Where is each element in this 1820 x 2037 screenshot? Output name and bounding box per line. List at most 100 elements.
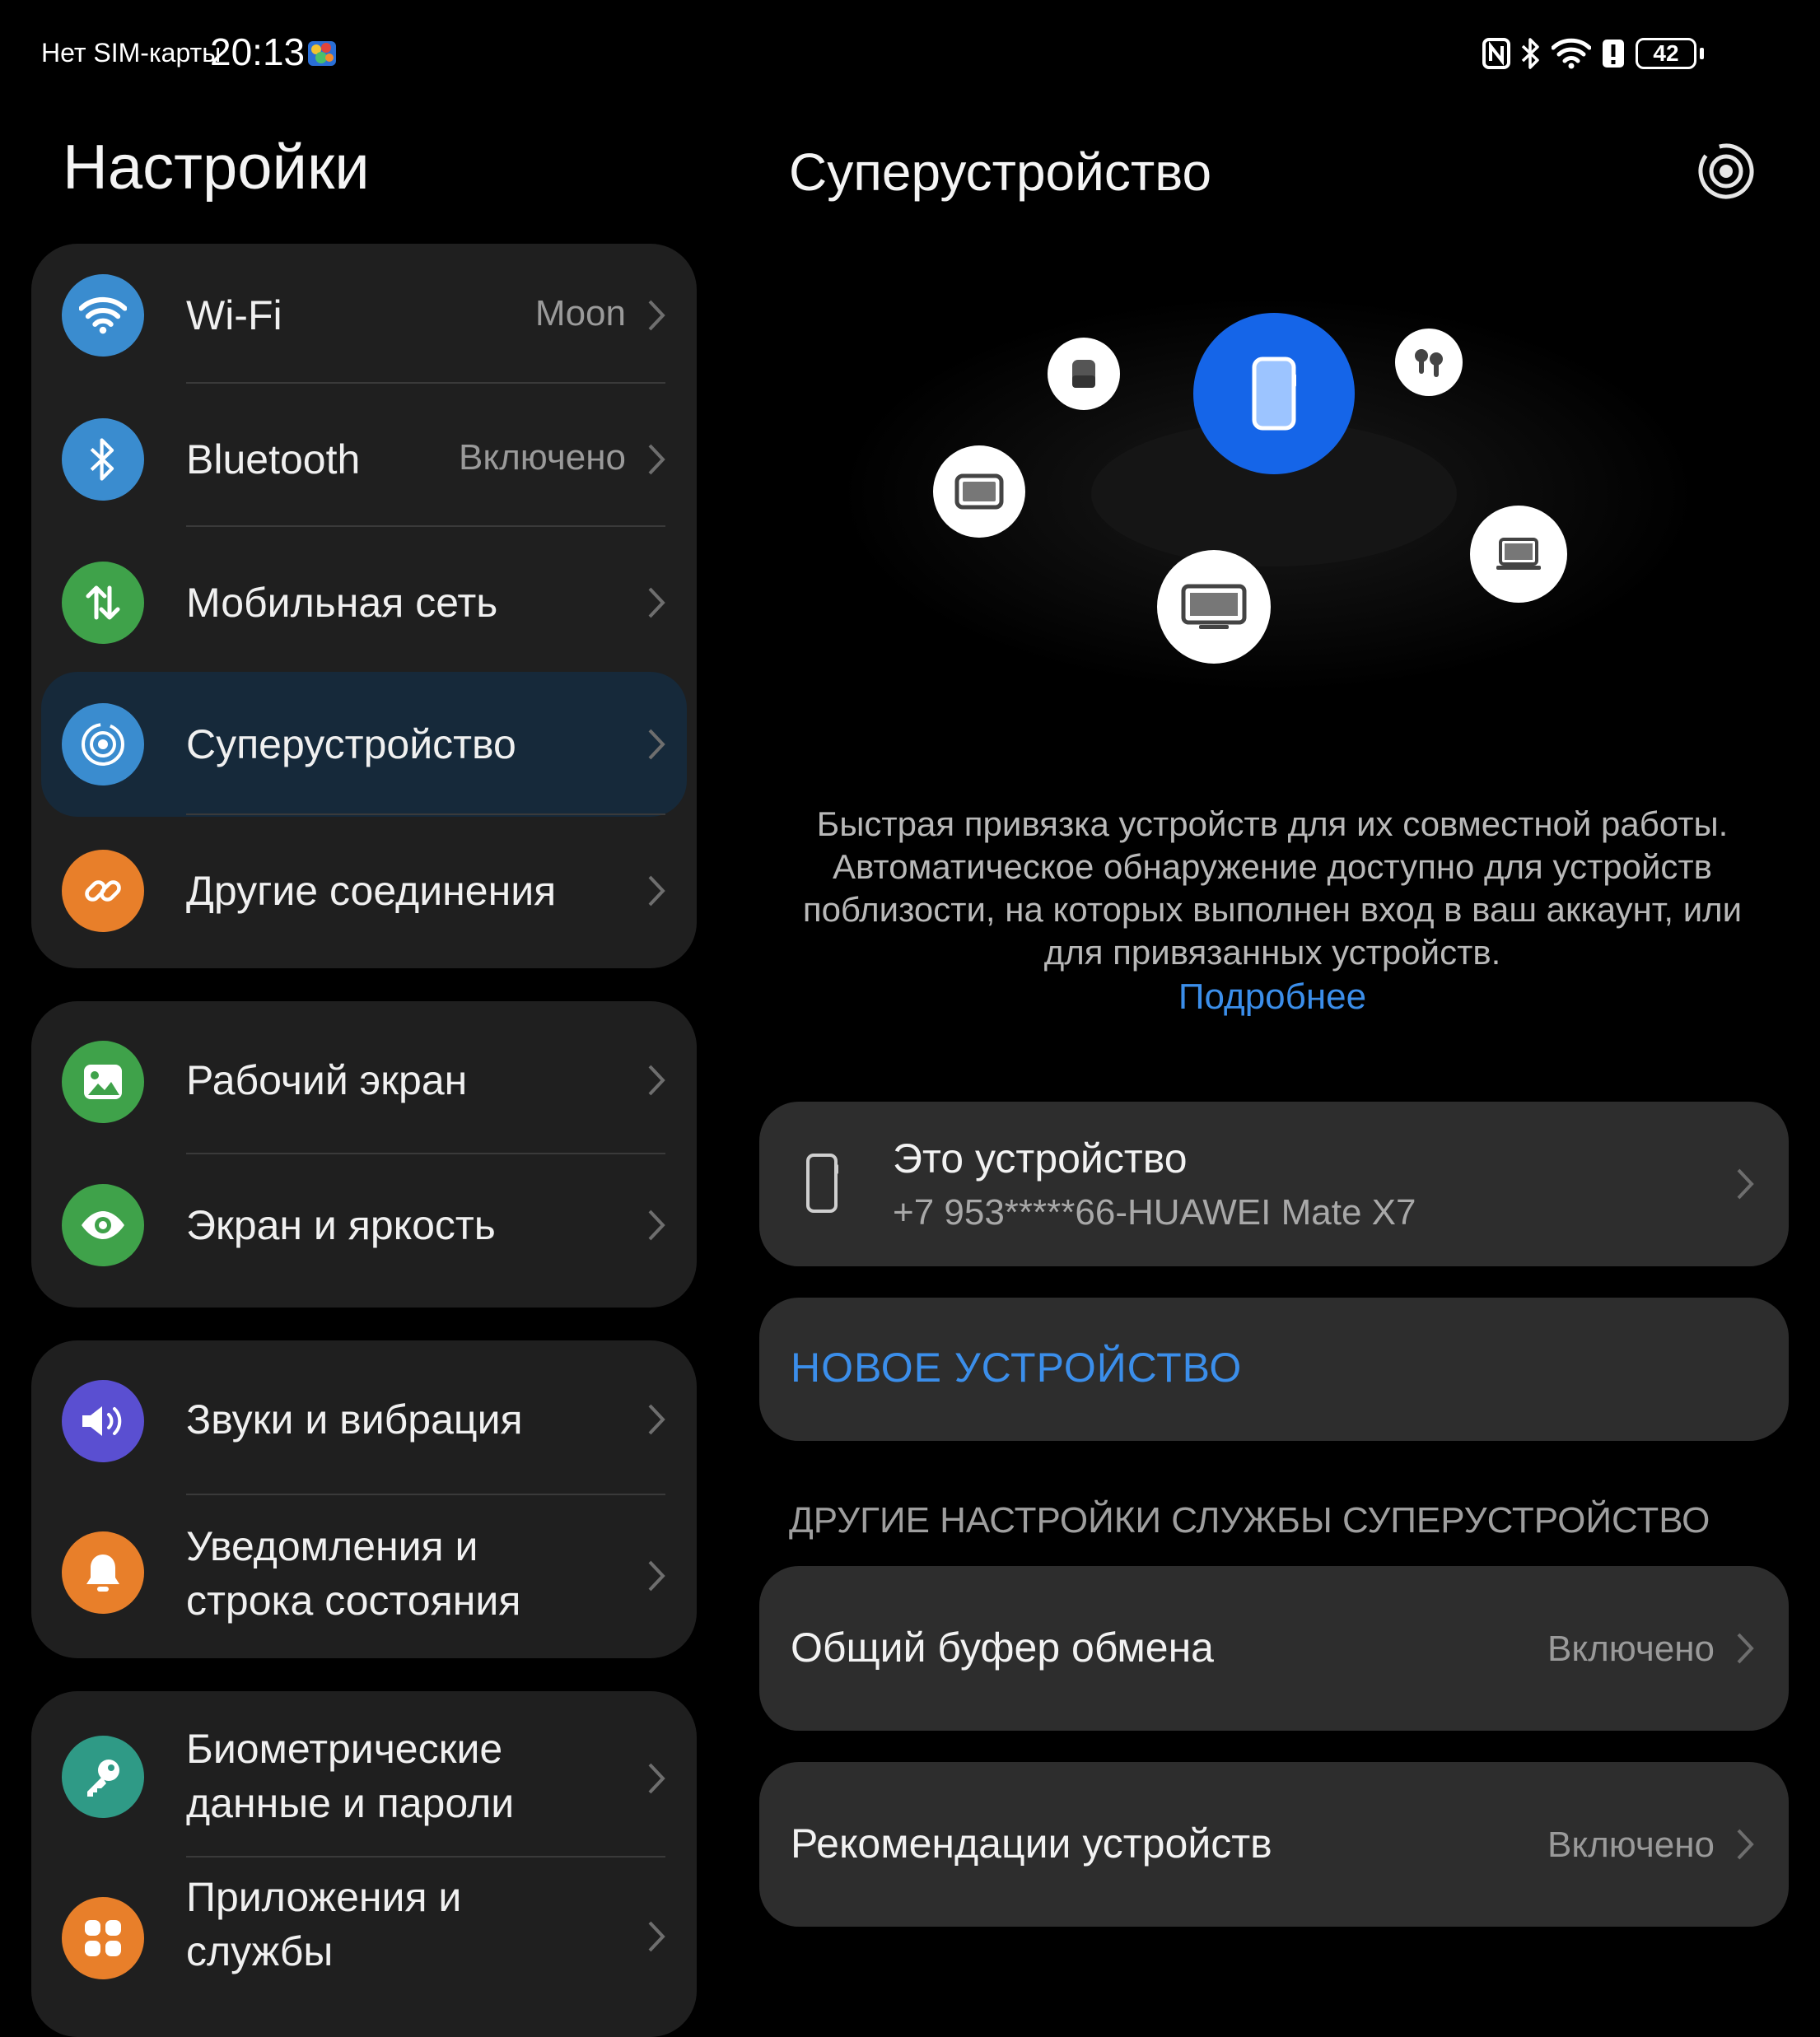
option-label: Рекомендации устройств bbox=[791, 1820, 1272, 1867]
chevron-right-icon bbox=[648, 1560, 665, 1592]
section-header: ДРУГИЕ НАСТРОЙКИ СЛУЖБЫ СУПЕРУСТРОЙСТВО bbox=[789, 1500, 1710, 1541]
sidebar-item-apps[interactable]: Приложения и службы bbox=[31, 1858, 697, 2022]
divider bbox=[186, 525, 665, 527]
laptop-node[interactable] bbox=[1470, 506, 1567, 603]
this-device-title: Это устройство bbox=[893, 1135, 1188, 1182]
sidebar-item-label: Bluetooth bbox=[186, 436, 361, 482]
sidebar-item-label: Wi-Fi bbox=[186, 292, 282, 338]
divider bbox=[186, 813, 665, 815]
wifi-icon bbox=[62, 274, 144, 357]
sidebar-item-label: Биометрические bbox=[186, 1726, 503, 1772]
chevron-right-icon bbox=[648, 1921, 665, 1952]
nfc-icon bbox=[1482, 38, 1510, 69]
sidebar-item-label-line2: службы bbox=[186, 1928, 334, 1974]
clock: 20:13 bbox=[210, 30, 306, 73]
this-device-subtitle: +7 953*****66-HUAWEI Mate X7 bbox=[893, 1192, 1416, 1233]
device-recommendations-option[interactable]: Рекомендации устройств Включено bbox=[759, 1762, 1789, 1927]
super-device-settings-icon[interactable] bbox=[1696, 142, 1756, 201]
page-title: Настройки bbox=[63, 133, 370, 203]
shared-clipboard-option[interactable]: Общий буфер обмена Включено bbox=[759, 1566, 1789, 1731]
option-value: Включено bbox=[1547, 1629, 1715, 1669]
wifi-icon bbox=[1552, 38, 1591, 69]
super-device-icon bbox=[62, 703, 144, 785]
detail-title: Суперустройство bbox=[789, 142, 1212, 202]
sidebar-item-label: Звуки и вибрация bbox=[186, 1396, 523, 1443]
battery-icon: 42 bbox=[1636, 38, 1696, 69]
chevron-right-icon bbox=[648, 1210, 665, 1241]
link-icon bbox=[62, 850, 144, 932]
phone-icon bbox=[1252, 357, 1296, 431]
speaker-node[interactable] bbox=[1048, 338, 1120, 410]
speaker-icon bbox=[1072, 360, 1095, 388]
chevron-right-icon bbox=[648, 587, 665, 618]
settings-group-connectivity: Wi-Fi Moon Bluetooth Включено Мобильная … bbox=[31, 244, 697, 968]
tablet-icon bbox=[954, 473, 1004, 510]
hub-phone-node[interactable] bbox=[1193, 313, 1355, 474]
chevron-right-icon bbox=[648, 729, 665, 760]
sidebar-item-label-line2: данные и пароли bbox=[186, 1780, 515, 1826]
tv-node[interactable] bbox=[1157, 550, 1271, 664]
chevron-right-icon bbox=[1737, 1633, 1754, 1664]
chevron-right-icon bbox=[648, 444, 665, 475]
chevron-right-icon bbox=[648, 1763, 665, 1794]
sidebar-item-sounds[interactable]: Звуки и вибрация bbox=[31, 1340, 697, 1492]
status-icons: 42 bbox=[1482, 33, 1704, 74]
option-label: Общий буфер обмена bbox=[791, 1624, 1214, 1671]
sidebar-item-label: Уведомления и bbox=[186, 1523, 478, 1569]
earbuds-icon bbox=[1415, 349, 1443, 377]
chevron-right-icon bbox=[1737, 1168, 1754, 1200]
sidebar-item-mobile-network[interactable]: Мобильная сеть bbox=[31, 530, 697, 674]
tablet-node[interactable] bbox=[933, 445, 1025, 538]
settings-group-display: Рабочий экран Экран и яркость bbox=[31, 1001, 697, 1308]
sim-status: Нет SIM-карты bbox=[41, 38, 222, 68]
chevron-right-icon bbox=[1737, 1829, 1754, 1860]
sidebar-item-label: Суперустройство bbox=[186, 721, 516, 767]
learn-more-link[interactable]: Подробнее bbox=[789, 976, 1756, 1019]
feature-description: Быстрая привязка устройств для их совмес… bbox=[789, 803, 1756, 1019]
gallery-notification-icon bbox=[306, 38, 338, 69]
bluetooth-icon bbox=[1520, 37, 1542, 70]
status-bar: Нет SIM-карты 20:13 42 bbox=[0, 0, 1820, 107]
settings-group-security-apps: Биометрические данные и пароли Приложени… bbox=[31, 1691, 697, 2037]
sidebar-item-label: Приложения и bbox=[186, 1874, 462, 1920]
mobile-data-icon bbox=[62, 562, 144, 644]
this-device-card[interactable]: Это устройство +7 953*****66-HUAWEI Mate… bbox=[759, 1102, 1789, 1266]
option-value: Включено bbox=[1547, 1825, 1715, 1865]
sidebar-item-label: Другие соединения bbox=[186, 868, 557, 914]
sidebar-item-display-brightness[interactable]: Экран и яркость bbox=[31, 1154, 697, 1306]
alert-icon bbox=[1601, 38, 1626, 69]
sidebar-item-notifications[interactable]: Уведомления и строка состояния bbox=[31, 1495, 697, 1657]
apps-icon bbox=[62, 1897, 144, 1979]
phone-outline-icon bbox=[806, 1154, 838, 1213]
description-text: Быстрая привязка устройств для их совмес… bbox=[802, 804, 1743, 972]
divider bbox=[186, 382, 665, 384]
sidebar-item-label: Экран и яркость bbox=[186, 1202, 496, 1248]
chevron-right-icon bbox=[648, 1065, 665, 1096]
chevron-right-icon bbox=[648, 1404, 665, 1435]
sidebar-item-value: Включено bbox=[459, 437, 626, 478]
settings-group-sound-notifications: Звуки и вибрация Уведомления и строка со… bbox=[31, 1340, 697, 1658]
earbuds-node[interactable] bbox=[1395, 329, 1463, 396]
sidebar-item-label: Рабочий экран bbox=[186, 1057, 468, 1103]
sidebar-item-home-screen[interactable]: Рабочий экран bbox=[31, 1001, 697, 1153]
chevron-right-icon bbox=[648, 300, 665, 331]
new-device-label: НОВОЕ УСТРОЙСТВО bbox=[791, 1345, 1243, 1391]
sidebar-item-label: Мобильная сеть bbox=[186, 580, 498, 626]
new-device-button[interactable]: НОВОЕ УСТРОЙСТВО bbox=[759, 1298, 1789, 1441]
sound-icon bbox=[62, 1380, 144, 1462]
wallpaper-icon bbox=[62, 1041, 144, 1123]
bluetooth-icon bbox=[62, 418, 144, 501]
sidebar-item-bluetooth[interactable]: Bluetooth Включено bbox=[31, 387, 697, 530]
sidebar-item-other-connections[interactable]: Другие соединения bbox=[31, 818, 697, 963]
key-icon bbox=[62, 1736, 144, 1818]
sidebar-item-wifi[interactable]: Wi-Fi Moon bbox=[31, 244, 697, 387]
eye-icon bbox=[62, 1184, 144, 1266]
bell-icon bbox=[62, 1531, 144, 1614]
battery-tip bbox=[1700, 48, 1704, 59]
sidebar-item-value: Moon bbox=[534, 293, 626, 333]
sidebar-item-super-device[interactable]: Суперустройство bbox=[41, 672, 687, 817]
chevron-right-icon bbox=[648, 875, 665, 907]
sidebar-item-biometrics[interactable]: Биометрические данные и пароли bbox=[31, 1691, 697, 1856]
tv-icon bbox=[1181, 584, 1247, 629]
sidebar-item-label-line2: строка состояния bbox=[186, 1578, 521, 1624]
